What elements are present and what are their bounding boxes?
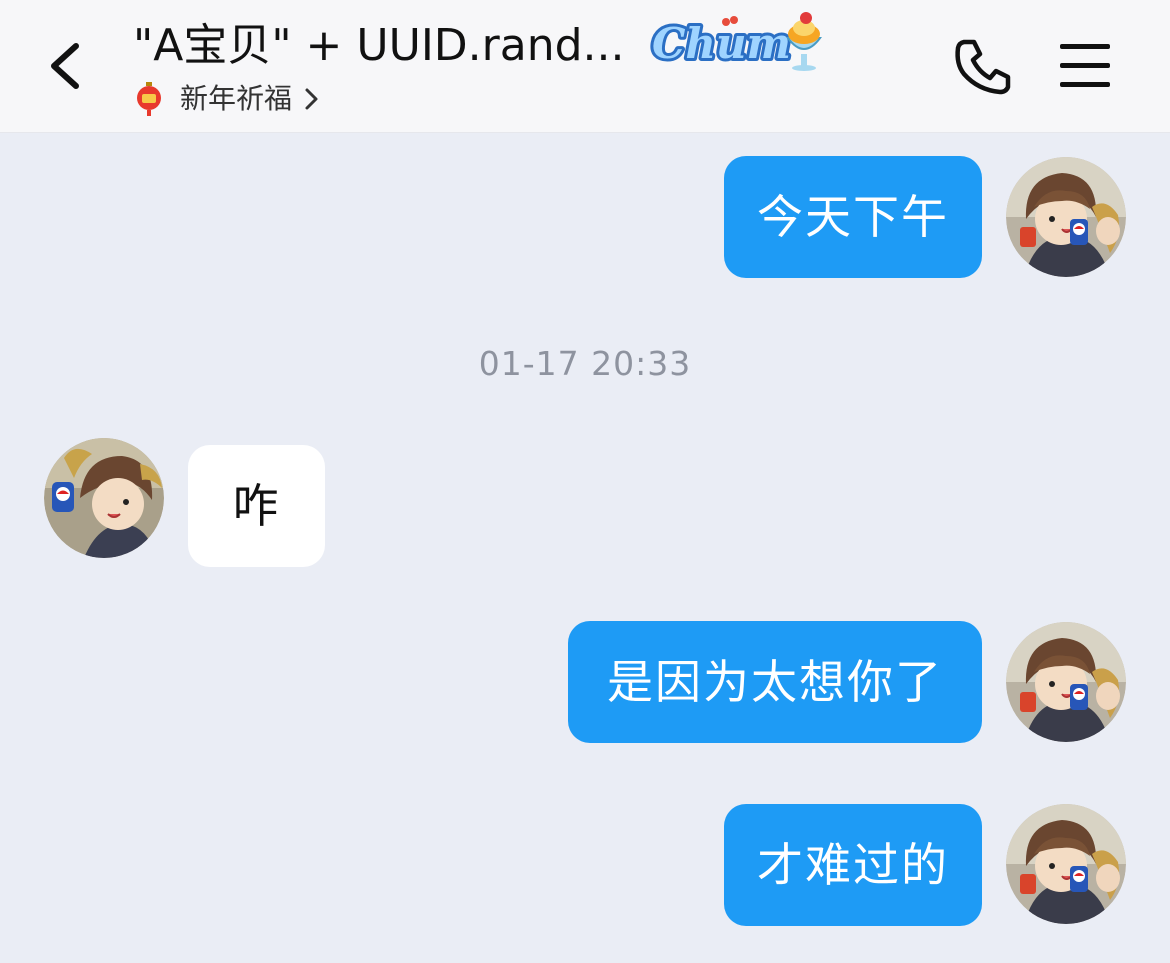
message-bubble-outgoing[interactable]: 才难过的 [724, 804, 982, 926]
subtitle-label: 新年祈福 [180, 82, 293, 115]
message-timestamp: 01-17 20:33 [478, 344, 692, 383]
lantern-icon [137, 82, 161, 116]
avatar-self[interactable] [1006, 622, 1126, 742]
avatar-contact[interactable] [44, 438, 164, 558]
message-bubble-outgoing[interactable]: 今天下午 [724, 156, 982, 278]
chat-title[interactable]: "A宝贝" + UUID.rand... [133, 18, 625, 74]
chevron-left-icon[interactable] [40, 36, 96, 96]
svg-text:Chum: Chum [652, 19, 791, 68]
subtitle-link[interactable]: 新年祈福 [136, 80, 320, 118]
message-bubble-incoming[interactable]: 咋 [188, 445, 325, 567]
avatar-self[interactable] [1006, 157, 1126, 277]
message-bubble-outgoing[interactable]: 是因为太想你了 [568, 621, 982, 743]
phone-icon[interactable] [950, 36, 1014, 96]
avatar-self[interactable] [1006, 804, 1126, 924]
chat-header: "A宝贝" + UUID.rand... Chum Chum 新年祈福 [0, 0, 1170, 133]
hamburger-menu-icon[interactable] [1058, 42, 1112, 90]
chevron-right-icon [305, 88, 318, 110]
chum-badge-logo: Chum Chum [649, 12, 822, 71]
